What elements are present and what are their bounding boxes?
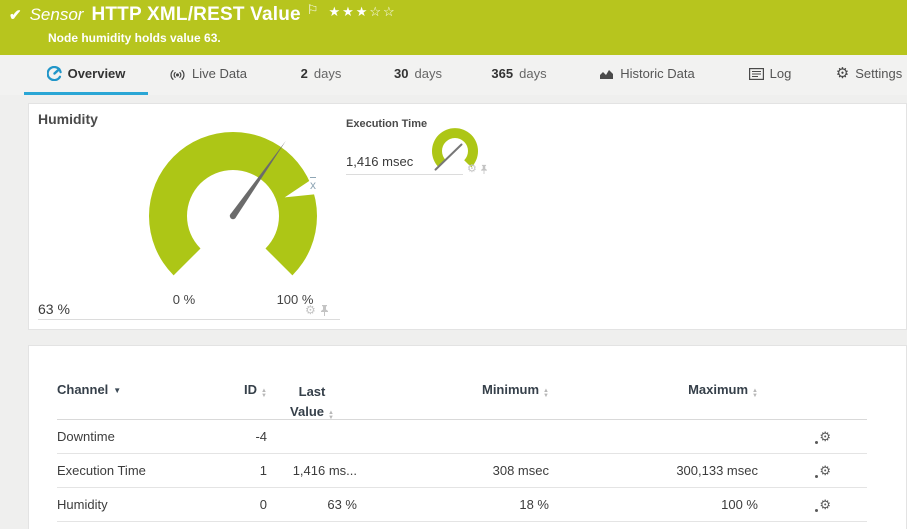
humidity-divider	[38, 319, 340, 320]
tab-historic-data[interactable]: Historic Data	[590, 55, 704, 95]
channel-id: 0	[207, 497, 267, 512]
channel-id: 1	[207, 463, 267, 478]
priority-stars[interactable]: ★★★☆☆	[328, 4, 396, 20]
table-row: Downtime -4 ⚙	[57, 420, 867, 454]
tab-30-days[interactable]: 30 days	[383, 55, 453, 95]
tab-log[interactable]: Log	[740, 55, 800, 95]
gauge-settings-gear-icon[interactable]: ⚙	[467, 162, 477, 175]
execution-current-value: 1,416 msec	[346, 154, 413, 169]
channel-minimum: 308 msec	[357, 463, 549, 478]
execution-divider	[346, 174, 463, 175]
channel-name: Downtime	[57, 429, 207, 444]
channel-last-value: 1,416 ms...	[267, 463, 357, 478]
channel-maximum: 300,133 msec	[549, 463, 758, 478]
sort-arrows-icon: ▲▼	[328, 411, 334, 421]
column-header-last-value[interactable]: Last Value▲▼	[267, 382, 357, 421]
tab-label: Live Data	[192, 66, 247, 81]
tab-number: 365	[491, 66, 513, 81]
log-list-icon	[749, 68, 764, 80]
channel-maximum: 100 %	[549, 497, 758, 512]
table-row: Execution Time 1 1,416 ms... 308 msec 30…	[57, 454, 867, 488]
humidity-gauge	[143, 126, 323, 306]
tab-label: Overview	[68, 66, 126, 81]
execution-gauge-title: Execution Time	[346, 118, 427, 130]
live-broadcast-icon	[169, 67, 186, 81]
tab-unit: days	[519, 66, 546, 81]
gauge-min-label: 0 %	[162, 292, 206, 307]
flag-icon[interactable]: ⚐	[307, 2, 319, 18]
channel-id: -4	[207, 429, 267, 444]
tab-label: Log	[770, 66, 792, 81]
sensor-header: ✔ Sensor HTTP XML/REST Value ⚐ ★★★☆☆ Nod…	[0, 0, 907, 55]
tab-bar: Overview Live Data 2 days 30 days 365 da…	[0, 55, 907, 95]
object-kind-label: Sensor	[30, 5, 84, 25]
humidity-current-value: 63 %	[38, 301, 70, 317]
channel-name: Execution Time	[57, 463, 207, 478]
table-row: Humidity 0 63 % 18 % 100 % ⚙	[57, 488, 867, 522]
gauge-arc	[149, 132, 317, 275]
area-chart-icon	[599, 68, 614, 80]
channel-settings-icon[interactable]: ⚙	[819, 463, 831, 479]
tab-overview[interactable]: Overview	[24, 55, 148, 95]
tab-365-days[interactable]: 365 days	[480, 55, 558, 95]
tab-live-data[interactable]: Live Data	[160, 55, 256, 95]
mean-marker-label: x	[310, 178, 316, 192]
channel-last-value: 63 %	[267, 497, 357, 512]
tab-number: 30	[394, 66, 408, 81]
tab-label: Historic Data	[620, 66, 694, 81]
pin-icon[interactable]	[480, 164, 488, 174]
channel-name: Humidity	[57, 497, 207, 512]
channels-panel: Channel▼ ID▲▼ Last Value▲▼ Minimum▲▼ Max…	[28, 345, 907, 529]
tab-settings[interactable]: ⚙ Settings	[830, 55, 907, 95]
sort-arrows-icon: ▲▼	[752, 389, 758, 399]
channel-settings-icon[interactable]: ⚙	[819, 497, 831, 513]
tab-2-days[interactable]: 2 days	[290, 55, 352, 95]
gauge-icon	[47, 66, 62, 81]
pin-icon[interactable]	[320, 304, 329, 316]
channel-minimum: 18 %	[357, 497, 549, 512]
column-header-maximum[interactable]: Maximum▲▼	[549, 382, 758, 399]
tab-unit: days	[314, 66, 341, 81]
gauge-needle-hub	[230, 213, 236, 219]
page-title: HTTP XML/REST Value	[91, 4, 300, 26]
overview-panel: Humidity x 0 % 100 % 63 % ⚙ Execution Ti…	[28, 103, 907, 330]
sensor-status-message: Node humidity holds value 63.	[48, 31, 221, 45]
column-header-channel[interactable]: Channel▼	[57, 382, 207, 397]
table-header-row: Channel▼ ID▲▼ Last Value▲▼ Minimum▲▼ Max…	[57, 368, 867, 420]
column-header-minimum[interactable]: Minimum▲▼	[357, 382, 549, 399]
status-ok-icon: ✔	[9, 6, 22, 24]
humidity-gauge-title: Humidity	[38, 111, 98, 127]
channels-table: Channel▼ ID▲▼ Last Value▲▼ Minimum▲▼ Max…	[57, 368, 867, 522]
tab-label: Settings	[855, 66, 902, 81]
channel-settings-icon[interactable]: ⚙	[819, 429, 831, 445]
sort-caret-icon: ▼	[113, 386, 121, 395]
gear-icon: ⚙	[836, 66, 849, 81]
column-header-id[interactable]: ID▲▼	[207, 382, 267, 399]
gauge-settings-gear-icon[interactable]: ⚙	[305, 303, 316, 317]
tab-number: 2	[301, 66, 308, 81]
tab-unit: days	[415, 66, 442, 81]
